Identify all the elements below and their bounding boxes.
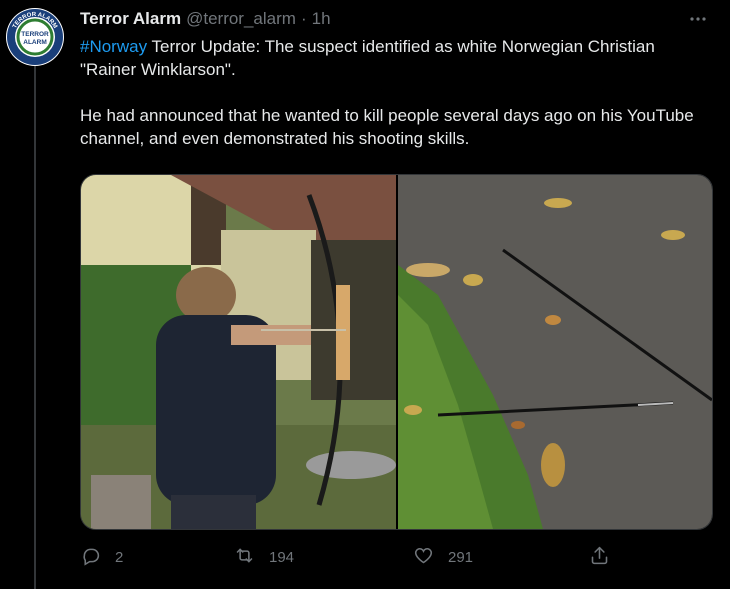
tweet-text: #Norway Terror Update: The suspect ident… (80, 35, 710, 150)
avatar-text-2: ALARM (23, 39, 46, 46)
tweet-header: Terror Alarm @terror_alarm · 1h (80, 8, 712, 30)
terror-alarm-logo: TERROR ALARM TERROR ALARM (7, 9, 63, 65)
reply-button[interactable]: 2 (80, 545, 123, 569)
arrows-photo (398, 175, 712, 529)
more-options-icon[interactable] (684, 8, 712, 30)
like-button[interactable]: 291 (413, 545, 473, 569)
tweet-line1-text: Terror Update: The suspect identified as… (80, 37, 655, 79)
retweet-icon (234, 545, 255, 570)
heart-icon (413, 545, 434, 570)
reply-count: 2 (115, 548, 124, 566)
tweet-paragraph-2: He had announced that he wanted to kill … (80, 106, 694, 148)
header-separator: · (300, 9, 307, 28)
like-count: 291 (448, 548, 474, 566)
share-button[interactable] (589, 545, 610, 569)
display-name[interactable]: Terror Alarm (80, 9, 181, 29)
share-icon (589, 545, 610, 570)
tweet-paragraph-1: #Norway Terror Update: The suspect ident… (80, 35, 710, 81)
retweet-count: 194 (269, 548, 295, 566)
reply-icon (80, 545, 101, 570)
archer-photo (81, 175, 396, 529)
timestamp[interactable]: 1h (312, 9, 331, 29)
thread-line (34, 66, 36, 589)
media-photo-arrows[interactable] (398, 175, 712, 529)
user-handle[interactable]: @terror_alarm (186, 9, 296, 29)
hashtag-link[interactable]: #Norway (80, 37, 147, 56)
retweet-button[interactable]: 194 (234, 545, 294, 569)
media-grid (80, 174, 713, 530)
tweet-actions: 2 194 291 (80, 545, 615, 569)
media-photo-archer[interactable] (81, 175, 396, 529)
avatar-text-1: TERROR (21, 31, 49, 38)
avatar[interactable]: TERROR ALARM TERROR ALARM (6, 8, 64, 66)
